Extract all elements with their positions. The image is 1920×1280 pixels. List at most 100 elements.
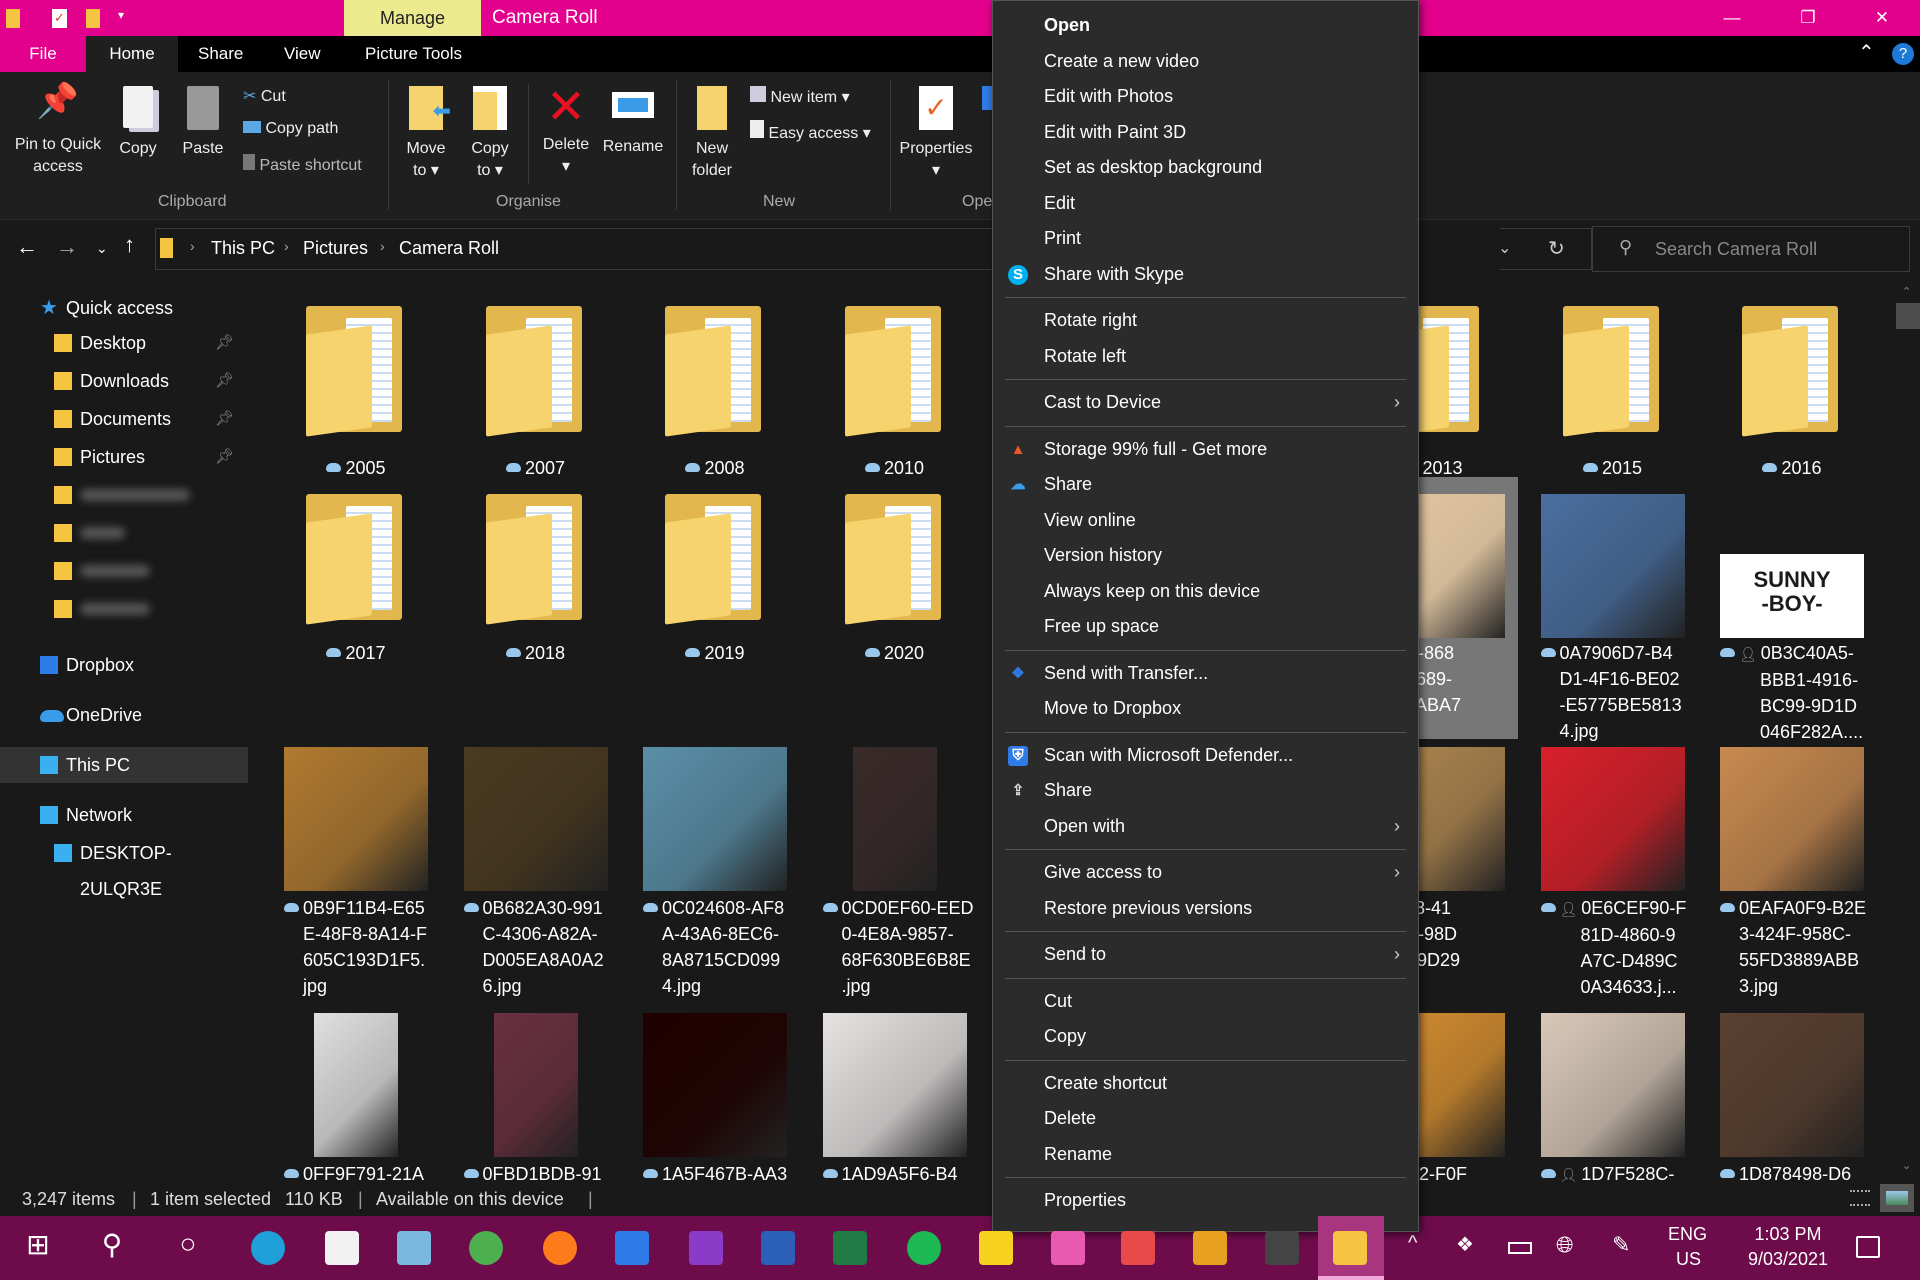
menu-item[interactable]: Delete (993, 1101, 1418, 1137)
menu-item[interactable]: Cut (993, 984, 1418, 1020)
tab-view[interactable]: View (264, 36, 341, 72)
copy-path-button[interactable]: Copy path (243, 120, 338, 138)
balloons-icon[interactable] (1121, 1231, 1155, 1265)
rename-button[interactable]: Rename (598, 88, 668, 158)
menu-item[interactable]: S Share with Skype (993, 257, 1418, 293)
tab-home[interactable]: Home (86, 36, 178, 72)
todo-icon[interactable] (615, 1231, 649, 1265)
app-icon[interactable] (1193, 1231, 1227, 1265)
chrome-icon[interactable] (469, 1231, 503, 1265)
excel-icon[interactable] (833, 1231, 867, 1265)
tab-picture-tools[interactable]: Picture Tools (345, 36, 482, 72)
properties-quick-icon[interactable]: ✓ (52, 9, 67, 28)
photo-item[interactable] (807, 1013, 983, 1182)
up-button[interactable]: ↑ (124, 232, 135, 258)
paste-button[interactable]: Paste (176, 86, 230, 160)
photo-item[interactable] (627, 1013, 803, 1182)
close-button[interactable]: ✕ (1854, 0, 1910, 36)
new-folder-button[interactable]: New folder (686, 86, 738, 182)
word-icon[interactable] (761, 1231, 795, 1265)
menu-item[interactable]: Print (993, 221, 1418, 257)
menu-item[interactable]: Rotate left (993, 339, 1418, 375)
menu-item[interactable]: ▲ Storage 99% full - Get more (993, 432, 1418, 468)
delete-button[interactable]: ✕ Delete ▾ (538, 84, 594, 178)
star-app-icon[interactable] (1051, 1231, 1085, 1265)
pen-icon[interactable]: ✎ (1612, 1232, 1630, 1258)
cut-button[interactable]: ✂ Cut (243, 86, 286, 106)
address-dropdown-icon[interactable]: ⌄ (1498, 238, 1511, 258)
dropbox-tray-icon[interactable]: ❖ (1456, 1232, 1474, 1257)
edge-icon[interactable] (251, 1231, 285, 1265)
store-icon[interactable] (325, 1231, 359, 1265)
folder-item[interactable] (448, 494, 624, 724)
scroll-down-icon[interactable]: ⌄ (1902, 1159, 1911, 1172)
nav-item[interactable]: Downloads 📌︎ (0, 363, 248, 399)
menu-item[interactable]: View online (993, 503, 1418, 539)
nav-item[interactable]: OneDrive (0, 697, 248, 733)
nav-item[interactable] (0, 553, 248, 589)
properties-button[interactable]: ✓ Properties ▾ (896, 86, 976, 182)
menu-item[interactable]: Rename (993, 1137, 1418, 1173)
network-globe-icon[interactable]: 🌐︎ (1556, 1232, 1574, 1258)
recent-locations-button[interactable]: ⌄ (96, 240, 108, 257)
folder-item[interactable] (807, 494, 983, 724)
photo-item[interactable] (268, 1013, 444, 1182)
copy-button[interactable]: Copy (112, 86, 164, 160)
menu-item[interactable]: Send to › (993, 937, 1418, 973)
menu-item[interactable]: ☁ Share (993, 467, 1418, 503)
menu-item[interactable]: Copy (993, 1019, 1418, 1055)
nav-item[interactable]: Dropbox (0, 647, 248, 683)
tab-share[interactable]: Share (178, 36, 263, 72)
nav-item[interactable]: Pictures 📌︎ (0, 439, 248, 475)
minimize-button[interactable]: — (1704, 0, 1760, 36)
help-icon[interactable]: ? (1892, 43, 1914, 65)
open-icon[interactable] (982, 86, 992, 110)
language-indicator[interactable]: ENG US (1668, 1224, 1707, 1270)
onenote-icon[interactable] (689, 1231, 723, 1265)
menu-item[interactable]: ⛨ Scan with Microsoft Defender... (993, 738, 1418, 774)
scroll-up-icon[interactable]: ⌃ (1902, 285, 1911, 298)
manage-context-tab[interactable]: Manage (344, 0, 481, 36)
battery-icon[interactable] (1508, 1242, 1532, 1254)
menu-item[interactable]: ❖ Send with Transfer... (993, 656, 1418, 692)
menu-item[interactable]: Cast to Device › (993, 385, 1418, 421)
firefox-icon[interactable] (543, 1231, 577, 1265)
scrollbar[interactable]: ⌃ ⌄ (1896, 277, 1920, 1182)
breadcrumb-camera-roll[interactable]: Camera Roll (399, 238, 499, 259)
search-icon[interactable]: ⚲ (92, 1228, 132, 1268)
menu-item[interactable]: Create a new video (993, 44, 1418, 80)
menu-item[interactable]: Edit with Paint 3D (993, 115, 1418, 151)
menu-item[interactable]: Always keep on this device (993, 574, 1418, 610)
nav-item[interactable]: Documents 📌︎ (0, 401, 248, 437)
nav-item[interactable] (0, 591, 248, 627)
paste-shortcut-button[interactable]: Paste shortcut (243, 154, 362, 175)
address-bar[interactable] (155, 228, 995, 270)
menu-item[interactable]: Create shortcut (993, 1066, 1418, 1102)
menu-item[interactable]: Open with › (993, 809, 1418, 845)
nav-item[interactable]: DESKTOP-2ULQR3E (0, 835, 248, 899)
nav-item[interactable]: This PC (0, 747, 248, 783)
breadcrumb-pictures[interactable]: Pictures (303, 238, 368, 259)
menu-item[interactable]: Edit with Photos (993, 79, 1418, 115)
cortana-icon[interactable]: ○ (168, 1228, 208, 1268)
nav-item[interactable]: Desktop 📌︎ (0, 325, 248, 361)
move-to-button[interactable]: ⬅ Move to ▾ (400, 86, 452, 182)
photo-item[interactable] (448, 1013, 624, 1182)
feather-app-icon[interactable] (397, 1231, 431, 1265)
search-input[interactable]: ⚲ Search Camera Roll (1592, 226, 1910, 272)
menu-item[interactable]: Properties (993, 1183, 1418, 1219)
menu-item[interactable]: Rotate right (993, 303, 1418, 339)
restore-button[interactable]: ❐ (1780, 0, 1836, 36)
new-item-button[interactable]: New item ▾ (750, 86, 850, 107)
copy-to-button[interactable]: Copy to ▾ (464, 86, 516, 182)
refresh-icon[interactable]: ↻ (1548, 236, 1565, 261)
notifications-icon[interactable] (1856, 1236, 1880, 1258)
menu-item[interactable]: Version history (993, 538, 1418, 574)
tab-file[interactable]: File (0, 36, 86, 72)
cb-app-icon[interactable] (1265, 1231, 1299, 1265)
menu-item[interactable]: Open (993, 8, 1418, 44)
pin-to-quick-access-button[interactable]: 📌 Pin to Quick access (6, 84, 110, 178)
folder-item[interactable] (268, 494, 444, 724)
nav-item[interactable] (0, 515, 248, 551)
easy-access-button[interactable]: Easy access ▾ (750, 120, 871, 143)
